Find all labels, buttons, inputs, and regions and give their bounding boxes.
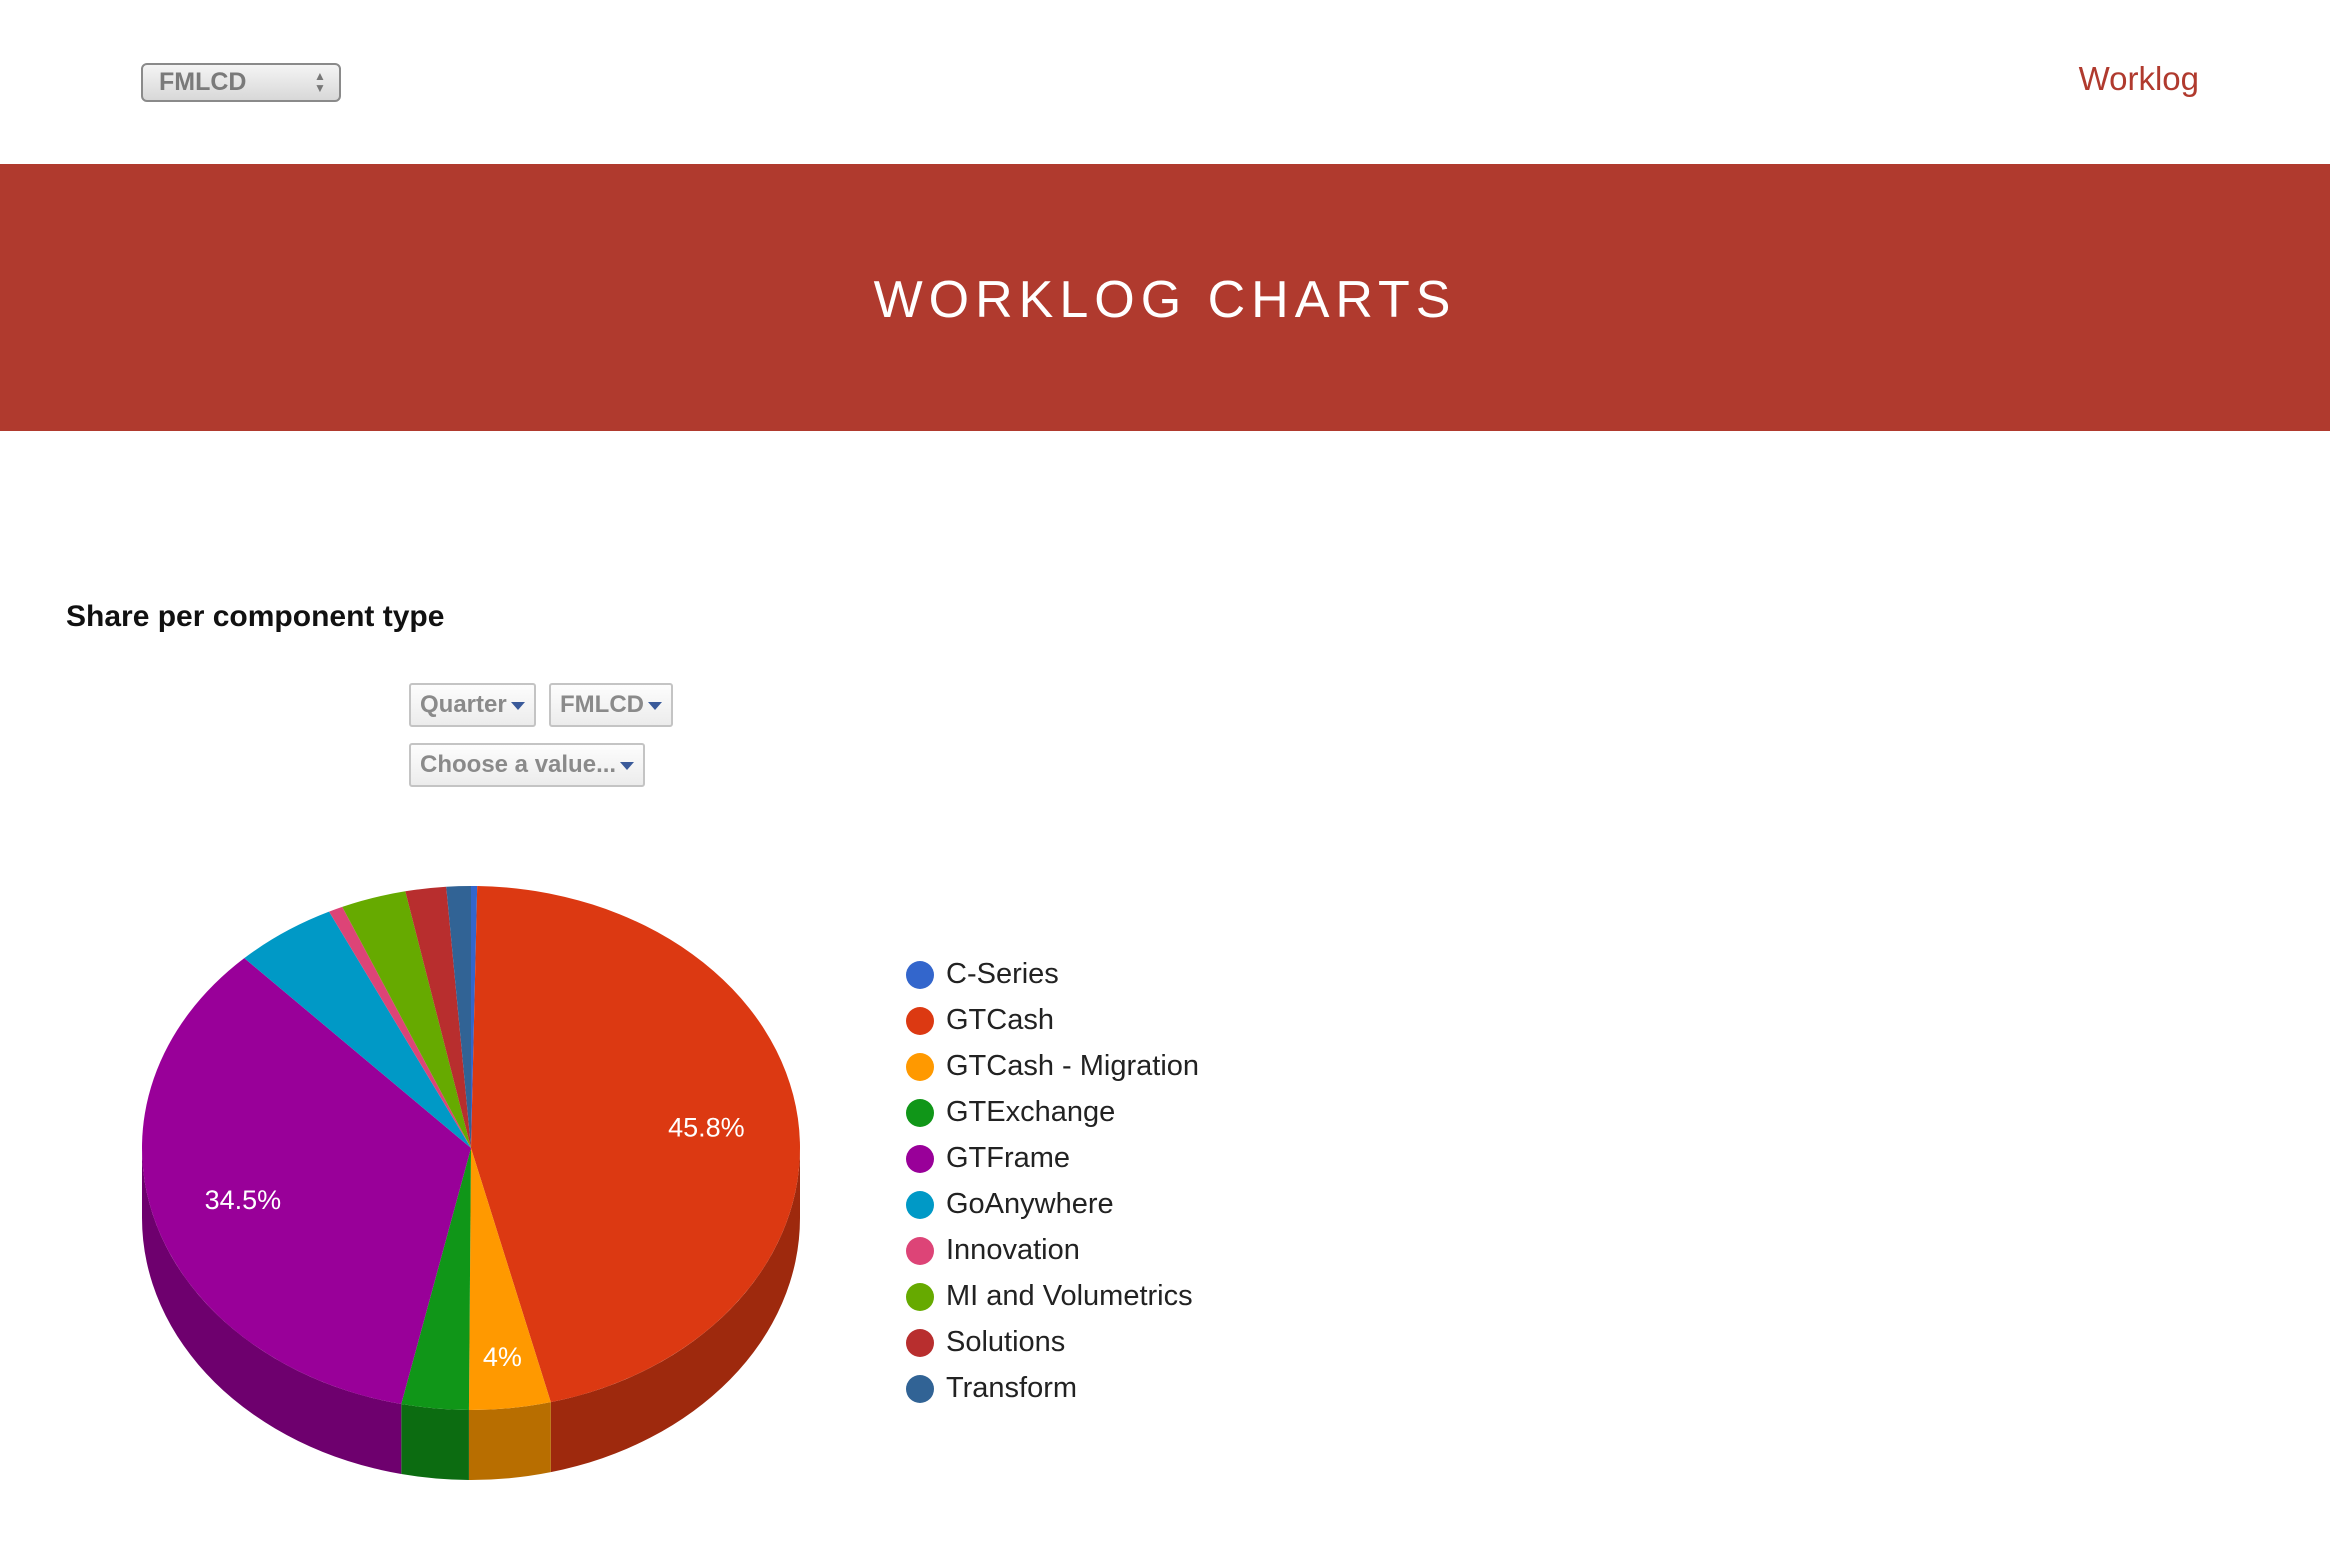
pie-data-label-gtcash: 45.8% bbox=[668, 1113, 745, 1143]
pie-side-gtcash-migration bbox=[468, 1402, 551, 1481]
legend-label: C-Series bbox=[946, 958, 1059, 990]
legend-label: Transform bbox=[946, 1372, 1078, 1404]
legend-swatch bbox=[906, 1237, 934, 1265]
legend-swatch bbox=[906, 961, 934, 989]
legend-label: MI and Volumetrics bbox=[946, 1280, 1193, 1312]
pie-data-label-gtcash-migration: 4% bbox=[483, 1342, 522, 1372]
pie-data-label-gtframe: 34.5% bbox=[205, 1185, 282, 1215]
pie-side-gtexchange bbox=[401, 1404, 469, 1480]
legend-label: GTCash bbox=[946, 1004, 1054, 1036]
legend-label: Solutions bbox=[946, 1326, 1066, 1358]
legend-swatch bbox=[906, 1329, 934, 1357]
legend-label: GTExchange bbox=[946, 1096, 1116, 1128]
legend-swatch bbox=[906, 1191, 934, 1219]
pie-chart: 45.8% 4% 34.5% bbox=[142, 886, 801, 1481]
legend-label: GoAnywhere bbox=[946, 1188, 1114, 1220]
legend-swatch bbox=[906, 1099, 934, 1127]
legend-label: GTFrame bbox=[946, 1142, 1071, 1174]
legend-swatch bbox=[906, 1145, 934, 1173]
legend-label: Innovation bbox=[946, 1234, 1080, 1266]
legend-swatch bbox=[906, 1053, 934, 1081]
legend-swatch bbox=[906, 1283, 934, 1311]
legend-label: GTCash - Migration bbox=[946, 1050, 1200, 1082]
legend-swatch bbox=[906, 1375, 934, 1403]
legend-swatch bbox=[906, 1007, 934, 1035]
